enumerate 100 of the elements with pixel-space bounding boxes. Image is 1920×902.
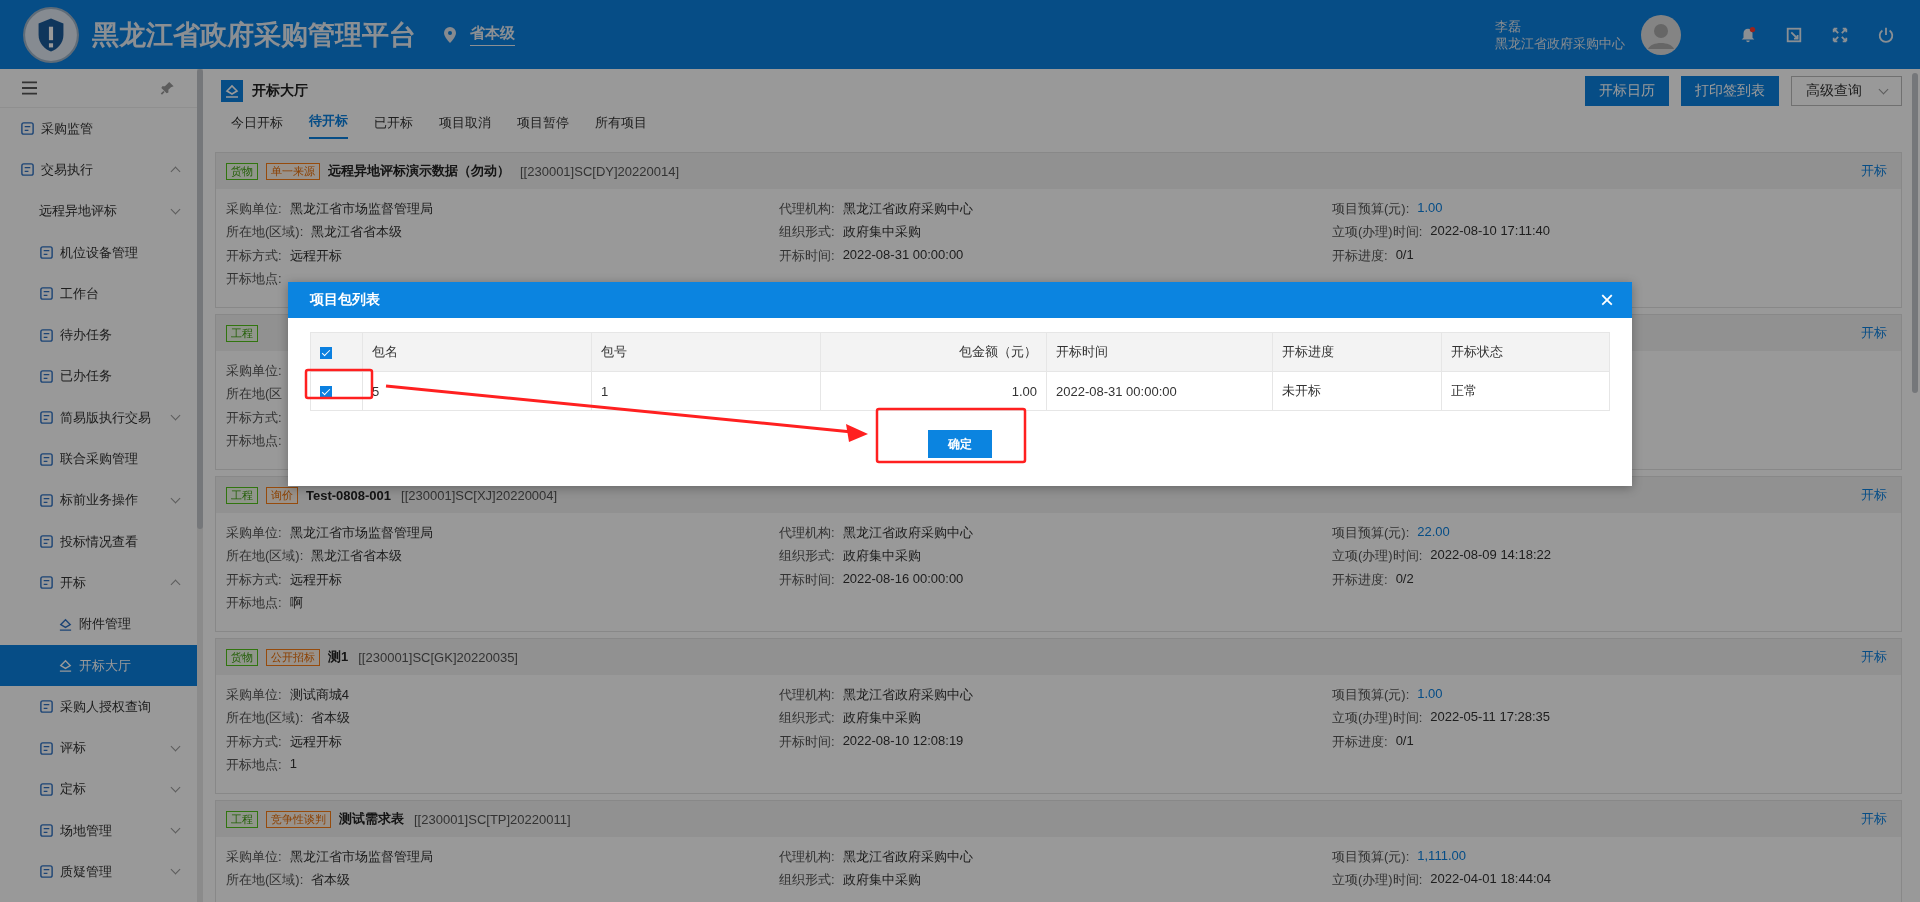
advanced-search-dropdown[interactable]: 高级查询: [1791, 76, 1902, 106]
select-all-checkbox[interactable]: [320, 347, 332, 360]
field-label: 所在地(区域):: [226, 871, 304, 890]
field-value: 黑龙江省市场监督管理局: [289, 199, 433, 218]
field-label: 组织形式:: [779, 223, 835, 242]
field-value: 黑龙江省市场监督管理局: [289, 847, 433, 866]
field-value: 1,111.00: [1417, 847, 1466, 865]
field-value: 2022-08-10 12:08:19: [842, 732, 964, 750]
sidebar-item[interactable]: 待办任务: [0, 314, 197, 356]
field-value: 远程开标: [289, 570, 342, 589]
field-label: 开标时间:: [779, 732, 835, 751]
field-label: 所在地(区域):: [226, 223, 304, 242]
field-value: 省本级: [311, 709, 351, 728]
table-cell: 2022-08-31 00:00:00: [1056, 383, 1177, 399]
project-code: [[230001]SC[DY]20220014]: [520, 163, 679, 179]
sidebar-item[interactable]: 质疑管理: [0, 851, 197, 893]
field-value: 2022-08-16 00:00:00: [842, 570, 964, 588]
sidebar-item[interactable]: 标前业务操作: [0, 479, 197, 521]
menu-icon[interactable]: [22, 81, 37, 95]
project-title: Test-0808-001: [306, 487, 392, 503]
field-label: 组织形式:: [779, 547, 835, 566]
dialog-title: 项目包列表: [310, 291, 380, 309]
sidebar-item[interactable]: 开标: [0, 562, 197, 604]
field-label: 组织形式:: [779, 709, 835, 728]
field-value: 0/2: [1395, 570, 1414, 588]
shield-logo-icon: [22, 5, 80, 64]
sidebar-item[interactable]: 定标: [0, 768, 197, 811]
field-value: 1: [289, 756, 297, 774]
sidebar-item[interactable]: 采购监管: [0, 108, 197, 150]
page-title: 开标大厅: [252, 82, 308, 100]
tag: 单一来源: [266, 162, 320, 180]
fullscreen-icon[interactable]: [1831, 25, 1849, 44]
tab[interactable]: 所有项目: [595, 114, 665, 139]
sidebar-item[interactable]: 机位设备管理: [0, 231, 197, 274]
field-label: 开标方式:: [226, 246, 282, 265]
sidebar-item[interactable]: 采购人授权查询: [0, 686, 197, 728]
field-value: 黑龙江省省本级: [311, 547, 403, 566]
table-cell: 1: [601, 383, 609, 399]
tab[interactable]: 今日开标: [231, 114, 301, 139]
sidebar-item[interactable]: 评标: [0, 727, 197, 769]
field-label: 项目预算(元):: [1332, 685, 1410, 704]
row-checkbox[interactable]: [320, 386, 332, 399]
tab[interactable]: 已开标: [374, 114, 431, 139]
sidebar-item[interactable]: 交易执行: [0, 149, 197, 191]
field-value: 黑龙江省政府采购中心: [842, 685, 973, 704]
sidebar-item[interactable]: 工作台: [0, 273, 197, 315]
field-label: 项目预算(元):: [1332, 199, 1410, 218]
field-label: 采购单位:: [226, 847, 282, 866]
list-icon: [39, 451, 54, 467]
field-label: 所在地(区: [226, 385, 283, 404]
list-icon: [39, 327, 54, 343]
field-value: 政府集中采购: [842, 709, 921, 728]
field-label: 所在地(区域):: [226, 709, 304, 728]
tag: 工程: [226, 324, 258, 342]
close-button[interactable]: ×: [1600, 288, 1614, 312]
sidebar-item[interactable]: 联合采购管理: [0, 438, 197, 480]
project-title: 测试需求表: [339, 810, 404, 828]
list-icon: [39, 410, 54, 426]
field-label: 采购单位:: [226, 523, 282, 542]
sidebar-item[interactable]: 场地管理: [0, 810, 197, 852]
list-icon: [20, 162, 35, 178]
field-value: 2022-08-09 14:18:22: [1430, 547, 1551, 565]
pin-icon[interactable]: [160, 81, 175, 95]
tag: 询价: [266, 486, 298, 504]
user-name: 李磊: [1495, 17, 1522, 35]
column-header: 开标进度: [1282, 344, 1334, 359]
toolbar-button[interactable]: 打印签到表: [1681, 76, 1779, 106]
field-label: 立项(办理)时间:: [1332, 223, 1423, 242]
field-value: 黑龙江省省本级: [311, 223, 403, 242]
tag: 竞争性谈判: [266, 810, 331, 828]
sidebar-item[interactable]: 开标大厅: [0, 644, 197, 687]
sidebar-item[interactable]: 附件管理: [0, 603, 197, 645]
gavel-icon: [58, 658, 73, 673]
field-label: 代理机构:: [779, 847, 835, 866]
power-icon[interactable]: [1877, 25, 1895, 44]
location-pin-icon: [444, 26, 456, 43]
sidebar-item[interactable]: 已办任务: [0, 355, 197, 398]
field-value: 2022-08-10 17:11:40: [1430, 223, 1551, 241]
tag: 货物: [226, 162, 258, 180]
avatar-icon[interactable]: [1641, 14, 1681, 55]
field-value: 黑龙江省政府采购中心: [842, 847, 973, 866]
field-label: 立项(办理)时间:: [1332, 547, 1423, 566]
toolbar-button[interactable]: 开标日历: [1585, 76, 1669, 106]
confirm-button[interactable]: 确定: [928, 430, 992, 458]
field-value: 1.00: [1417, 199, 1443, 217]
bell-icon[interactable]: [1739, 25, 1757, 44]
field-value: 啊: [289, 594, 303, 613]
list-icon: [39, 534, 54, 550]
tab[interactable]: 项目暂停: [517, 114, 587, 139]
field-label: 开标方式:: [226, 570, 282, 589]
field-label: 代理机构:: [779, 199, 835, 218]
list-icon: [39, 575, 54, 591]
sidebar-item[interactable]: 远程异地评标: [0, 190, 197, 232]
gavel-icon: [58, 616, 73, 632]
tab[interactable]: 待开标: [309, 112, 348, 139]
tab[interactable]: 项目取消: [439, 114, 509, 139]
sidebar-item[interactable]: 投标情况查看: [0, 520, 197, 563]
window-icon[interactable]: [1785, 25, 1803, 44]
column-header: 开标时间: [1056, 344, 1108, 359]
sidebar-item[interactable]: 简易版执行交易: [0, 397, 197, 439]
